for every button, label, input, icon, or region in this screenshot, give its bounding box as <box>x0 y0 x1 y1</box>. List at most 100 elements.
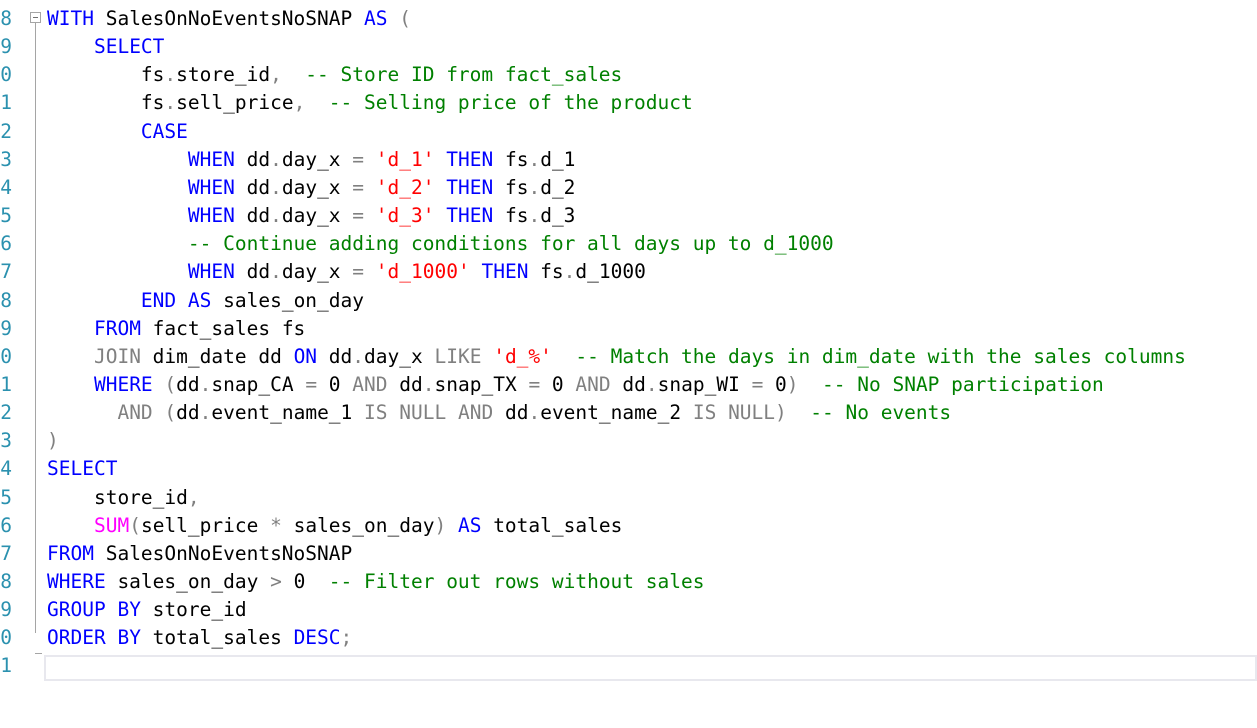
code-token: -- No SNAP participation <box>798 372 1104 396</box>
code-token: ( <box>129 513 141 537</box>
code-token: WHERE <box>47 570 106 593</box>
code-line[interactable]: -- Continue adding conditions for all da… <box>47 230 834 258</box>
line-number: 6 <box>0 232 12 256</box>
code-token: , <box>270 63 282 87</box>
code-token: . <box>528 175 541 199</box>
code-line[interactable]: SUM(sell_price * sales_on_day) AS total_… <box>47 512 622 540</box>
code-token: WHEN <box>187 147 235 171</box>
code-token: SalesOnNoEventsNoSNAP <box>93 7 364 30</box>
code-line[interactable]: WHEN dd.day_x = 'd_3' THEN fs.d_3 <box>47 202 576 230</box>
line-number: 9 <box>0 35 12 59</box>
code-token: IS <box>692 401 717 425</box>
code-token: total_sales <box>481 513 623 537</box>
code-line[interactable]: AND (dd.event_name_1 IS NULL AND dd.even… <box>47 399 951 427</box>
fold-guide-end <box>35 653 42 654</box>
code-token: CASE <box>140 119 188 143</box>
code-token: ON <box>293 344 318 368</box>
code-token: fs <box>528 260 564 284</box>
code-token: . <box>422 372 435 396</box>
code-token: AND <box>117 401 153 425</box>
code-token: sell_price <box>176 91 294 115</box>
line-number: 5 <box>0 485 12 509</box>
code-token: = <box>352 204 365 228</box>
code-token: ( <box>152 372 177 396</box>
code-token: ) <box>434 513 447 537</box>
code-token: 0 <box>763 372 787 396</box>
code-line[interactable]: GROUP BY store_id <box>47 596 247 624</box>
code-token: THEN <box>481 260 529 284</box>
code-token: -- Continue adding conditions for all da… <box>187 232 834 256</box>
code-line[interactable]: WHERE sales_on_day > 0 -- Filter out row… <box>47 568 704 596</box>
code-line[interactable]: WITH SalesOnNoEventsNoSNAP AS ( <box>47 5 411 33</box>
code-token: fs <box>493 175 529 199</box>
code-token: THEN <box>446 175 494 199</box>
code-token: = <box>528 372 541 396</box>
code-line[interactable]: fs.store_id, -- Store ID from fact_sales <box>47 61 622 89</box>
code-token: 'd_1' <box>375 147 435 171</box>
code-line[interactable]: store_id, <box>47 484 200 512</box>
code-token: WHEN <box>187 175 235 199</box>
code-line[interactable]: ) <box>47 427 59 455</box>
fold-guide-line <box>35 23 36 633</box>
code-token: ; <box>340 626 353 650</box>
line-number: 0 <box>0 626 12 650</box>
code-token: . <box>199 372 212 396</box>
code-token: fs <box>493 147 529 171</box>
code-token: AS <box>457 513 482 537</box>
code-token: total_sales <box>140 626 294 650</box>
code-line[interactable]: WHERE (dd.snap_CA = 0 AND dd.snap_TX = 0… <box>47 371 1104 399</box>
code-token: SalesOnNoEventsNoSNAP <box>93 541 353 565</box>
line-number: 0 <box>0 344 12 368</box>
code-token: NULL <box>399 401 447 425</box>
code-token: dd <box>234 175 271 199</box>
sql-editor[interactable]: 8 9 0 1 2 3 4 5 6 7 8 9 0 1 2 3 4 5 6 7 8 9 0 1 WITH SalesOnNoE… <box>0 0 1257 728</box>
code-line[interactable]: FROM fact_sales fs <box>47 315 305 343</box>
code-token: 0 <box>540 372 576 396</box>
collapse-region-icon[interactable] <box>30 12 41 23</box>
code-line[interactable]: END AS sales_on_day <box>47 287 364 315</box>
line-number: 6 <box>0 513 12 537</box>
code-token: day_x <box>281 147 353 171</box>
line-number: 1 <box>0 372 12 396</box>
code-token: . <box>563 260 576 284</box>
line-number: 4 <box>0 457 12 481</box>
code-line[interactable]: SELECT <box>47 455 117 483</box>
code-token: , <box>187 485 200 509</box>
code-token: d_1 <box>540 147 576 171</box>
code-line[interactable]: FROM SalesOnNoEventsNoSNAP <box>47 540 352 568</box>
line-number: 2 <box>0 401 12 425</box>
code-line[interactable]: CASE <box>47 118 188 146</box>
code-token: snap_TX <box>434 372 529 396</box>
code-line[interactable]: ORDER BY total_sales DESC; <box>47 624 352 652</box>
line-number: 9 <box>0 316 12 340</box>
line-number: 0 <box>0 63 12 87</box>
code-token: SUM <box>93 513 130 537</box>
code-token: WHEN <box>187 260 235 284</box>
code-token: = <box>305 372 318 396</box>
code-token: THEN <box>446 147 494 171</box>
code-token: ( <box>387 7 411 30</box>
code-line[interactable]: SELECT <box>47 33 164 61</box>
line-number: 8 <box>0 7 12 30</box>
code-token: = <box>352 147 365 171</box>
code-token: store_id <box>176 63 271 87</box>
code-line[interactable]: WHEN dd.day_x = 'd_2' THEN fs.d_2 <box>47 174 576 202</box>
code-token: dd <box>387 372 423 396</box>
code-line[interactable]: WHEN dd.day_x = 'd_1000' THEN fs.d_1000 <box>47 258 646 286</box>
code-token: sales_on_day <box>105 570 271 593</box>
code-line[interactable]: WHEN dd.day_x = 'd_1' THEN fs.d_1 <box>47 146 576 174</box>
code-line[interactable]: fs.sell_price, -- Selling price of the p… <box>47 89 693 117</box>
line-number: 3 <box>0 429 12 453</box>
code-line[interactable]: JOIN dim_date dd ON dd.day_x LIKE 'd_%' … <box>47 343 1186 371</box>
